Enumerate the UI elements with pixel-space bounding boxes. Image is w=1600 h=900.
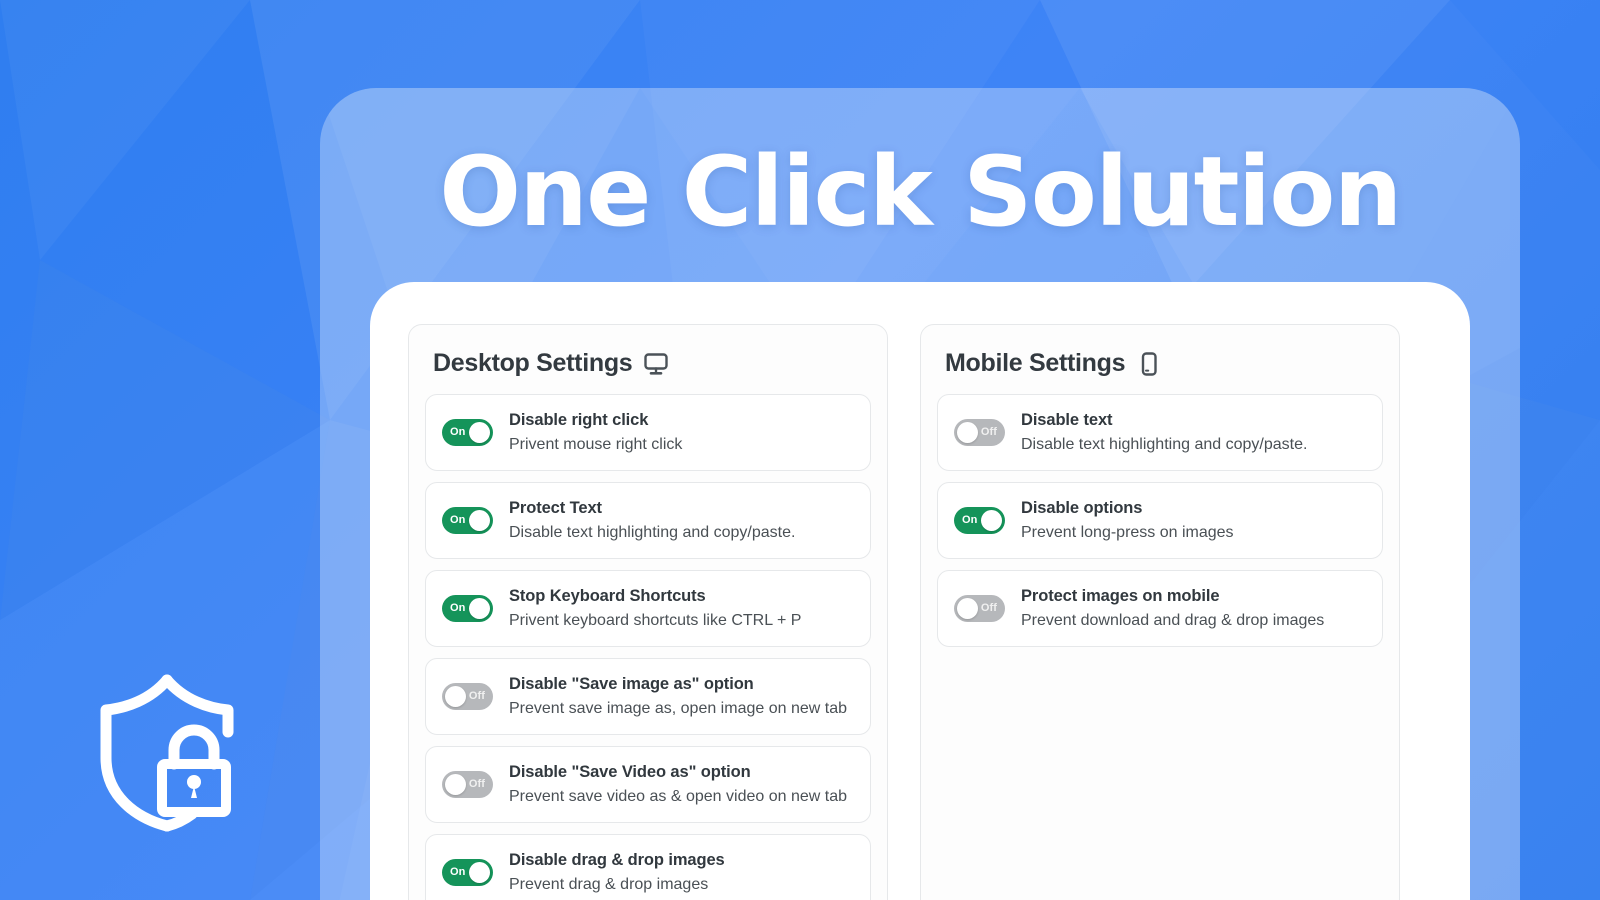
- monitor-icon: [643, 351, 669, 377]
- toggle-state-label: On: [450, 426, 466, 438]
- toggle-knob: [445, 686, 466, 707]
- toggle-knob: [957, 598, 978, 619]
- setting-description: Privent keyboard shortcuts like CTRL + P: [509, 611, 802, 629]
- toggle-state-label: On: [962, 514, 978, 526]
- mobile-settings-card: Mobile Settings Off Disable text Disable…: [920, 324, 1400, 900]
- setting-row[interactable]: Off Disable text Disable text highlighti…: [937, 394, 1383, 471]
- page-title: One Click Solution: [439, 136, 1402, 248]
- toggle-disable-text[interactable]: Off: [954, 419, 1005, 446]
- setting-description: Prevent save image as, open image on new…: [509, 699, 847, 717]
- toggle-protect-text[interactable]: On: [442, 507, 493, 534]
- toggle-knob: [469, 510, 490, 531]
- setting-row-texts: Protect Text Disable text highlighting a…: [509, 497, 795, 545]
- toggle-state-label: Off: [468, 778, 485, 790]
- toggle-disable-drag-drop-images[interactable]: On: [442, 859, 493, 886]
- toggle-state-label: On: [450, 602, 466, 614]
- setting-row-texts: Disable "Save Video as" option Prevent s…: [509, 761, 847, 809]
- setting-title: Disable "Save image as" option: [509, 674, 754, 693]
- setting-row-texts: Disable options Prevent long-press on im…: [1021, 497, 1234, 545]
- setting-title: Disable "Save Video as" option: [509, 762, 751, 781]
- setting-title: Protect Text: [509, 498, 602, 517]
- toggle-state-label: On: [450, 514, 466, 526]
- toggle-protect-images-on-mobile[interactable]: Off: [954, 595, 1005, 622]
- setting-description: Disable text highlighting and copy/paste…: [509, 523, 796, 541]
- setting-row[interactable]: On Protect Text Disable text highlightin…: [425, 482, 871, 559]
- setting-row[interactable]: Off Disable "Save image as" option Preve…: [425, 658, 871, 735]
- setting-row[interactable]: On Disable right click Privent mouse rig…: [425, 394, 871, 471]
- toggle-knob: [469, 422, 490, 443]
- setting-title: Disable right click: [509, 410, 649, 429]
- shield-lock-icon: [100, 674, 234, 832]
- setting-row[interactable]: Off Protect images on mobile Prevent dow…: [937, 570, 1383, 647]
- toggle-disable-options[interactable]: On: [954, 507, 1005, 534]
- smartphone-icon: [1136, 351, 1162, 377]
- toggle-knob: [469, 862, 490, 883]
- desktop-settings-heading-label: Desktop Settings: [433, 349, 633, 377]
- setting-description: Prevent download and drag & drop images: [1021, 611, 1325, 629]
- mobile-settings-heading-label: Mobile Settings: [945, 349, 1126, 377]
- setting-row[interactable]: On Stop Keyboard Shortcuts Privent keybo…: [425, 570, 871, 647]
- toggle-state-label: Off: [980, 602, 997, 614]
- setting-row-texts: Disable right click Privent mouse right …: [509, 409, 682, 457]
- toggle-disable-save-image-as[interactable]: Off: [442, 683, 493, 710]
- setting-row-texts: Disable text Disable text highlighting a…: [1021, 409, 1307, 457]
- toggle-knob: [445, 774, 466, 795]
- setting-row[interactable]: On Disable options Prevent long-press on…: [937, 482, 1383, 559]
- toggle-state-label: Off: [468, 690, 485, 702]
- toggle-state-label: Off: [980, 426, 997, 438]
- desktop-settings-heading: Desktop Settings: [433, 349, 871, 378]
- mobile-settings-heading: Mobile Settings: [945, 349, 1383, 378]
- toggle-knob: [469, 598, 490, 619]
- toggle-stop-keyboard-shortcuts[interactable]: On: [442, 595, 493, 622]
- setting-row-texts: Disable "Save image as" option Prevent s…: [509, 673, 847, 721]
- toggle-state-label: On: [450, 866, 466, 878]
- setting-description: Prevent drag & drop images: [509, 875, 709, 893]
- toggle-knob: [957, 422, 978, 443]
- setting-title: Protect images on mobile: [1021, 586, 1220, 605]
- desktop-settings-card: Desktop Settings On Disable right click: [408, 324, 888, 900]
- setting-description: Disable text highlighting and copy/paste…: [1021, 435, 1308, 453]
- setting-description: Prevent long-press on images: [1021, 523, 1234, 541]
- setting-description: Prevent save video as & open video on ne…: [509, 787, 847, 805]
- toggle-disable-right-click[interactable]: On: [442, 419, 493, 446]
- setting-title: Disable options: [1021, 498, 1143, 517]
- toggle-disable-save-video-as[interactable]: Off: [442, 771, 493, 798]
- setting-description: Privent mouse right click: [509, 435, 683, 453]
- setting-row[interactable]: On Disable drag & drop images Prevent dr…: [425, 834, 871, 900]
- setting-title: Disable text: [1021, 410, 1113, 429]
- settings-columns: Desktop Settings On Disable right click: [408, 324, 1400, 900]
- setting-title: Stop Keyboard Shortcuts: [509, 586, 706, 605]
- setting-row-texts: Stop Keyboard Shortcuts Privent keyboard…: [509, 585, 801, 633]
- setting-title: Disable drag & drop images: [509, 850, 725, 869]
- promo-banner: One Click Solution Desktop Settings On D…: [0, 0, 1600, 900]
- setting-row-texts: Protect images on mobile Prevent downloa…: [1021, 585, 1324, 633]
- setting-row-texts: Disable drag & drop images Prevent drag …: [509, 849, 725, 897]
- toggle-knob: [981, 510, 1002, 531]
- setting-row[interactable]: Off Disable "Save Video as" option Preve…: [425, 746, 871, 823]
